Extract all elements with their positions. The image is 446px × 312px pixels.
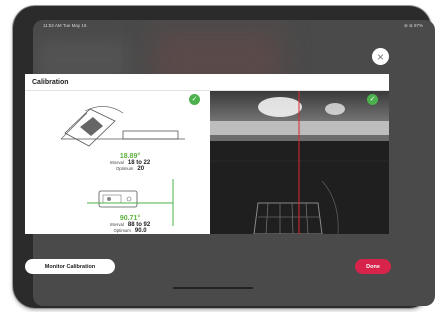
calibration-dialog: Calibration ✓ 18.89° Interval 18 to 22 Op…	[25, 74, 389, 234]
optimum-value: 20	[137, 166, 145, 172]
camera-feed: ✓	[210, 91, 389, 234]
close-button[interactable]: ×	[372, 48, 389, 65]
bottom-measurement: 90.71° Interval 88 to 92 Optimum 90.0	[95, 215, 165, 234]
top-measurement: 18.89° Interval 18 to 22 Optimum 20	[95, 153, 165, 172]
status-battery: ⊜ ⊜ 97%	[403, 23, 423, 28]
interval-label: Interval	[109, 222, 124, 227]
camera-image	[210, 91, 389, 234]
home-indicator	[173, 287, 253, 289]
checkmark-icon: ✓	[189, 94, 200, 105]
optimum-label: Optimum	[113, 228, 131, 233]
status-time-date: 11:52 AM Tue May 16	[43, 23, 87, 28]
calibration-diagrams: ✓ 18.89° Interval 18 to 22 Optimum 20 90.7…	[25, 91, 210, 234]
top-angle-value: 18.89°	[119, 153, 141, 160]
monitor-calibration-button[interactable]: Monitor Calibration	[25, 259, 115, 274]
optimum-value: 90.0	[134, 228, 147, 234]
checkmark-icon: ✓	[367, 94, 378, 105]
bottom-angle-value: 90.71°	[119, 215, 141, 222]
optimum-label: Optimum	[115, 166, 134, 171]
interval-label: Interval	[109, 160, 124, 165]
close-icon: ×	[376, 49, 384, 64]
done-button[interactable]: Done	[355, 259, 391, 274]
dialog-title: Calibration	[32, 79, 69, 86]
